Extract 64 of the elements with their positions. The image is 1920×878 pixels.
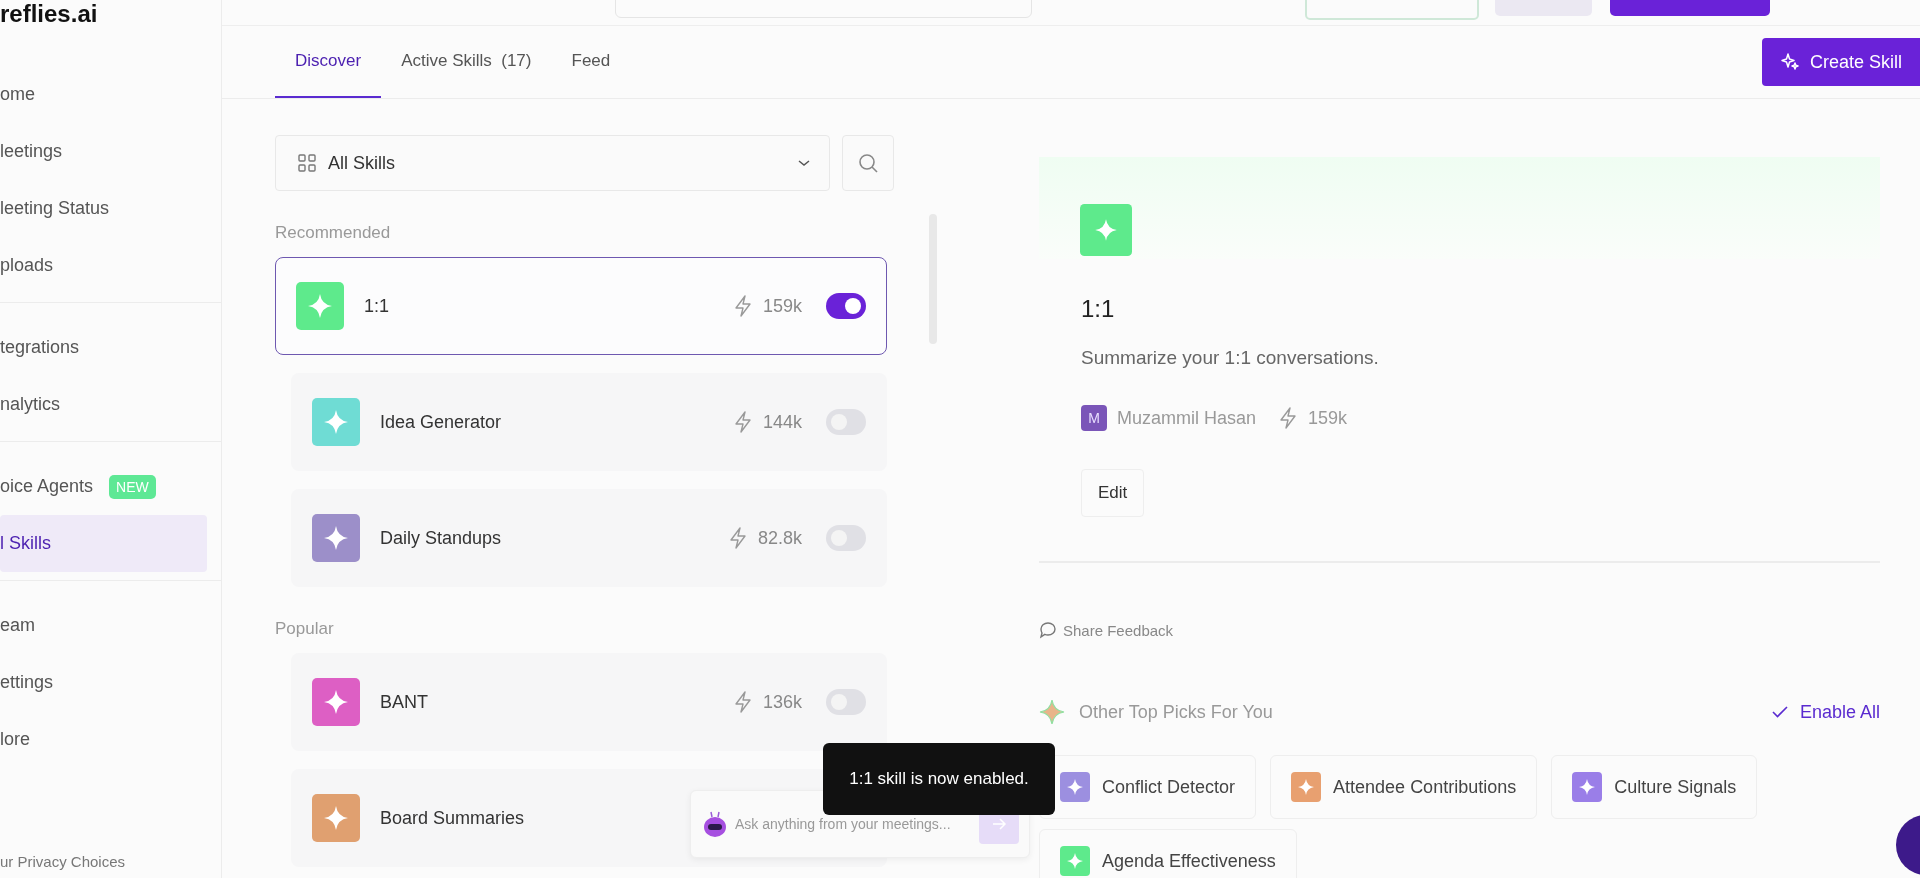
lightning-icon: [727, 527, 748, 549]
skills-dropdown[interactable]: All Skills: [275, 135, 830, 191]
sidebar-item[interactable]: lore: [0, 711, 207, 768]
tab[interactable]: Feed: [551, 26, 631, 98]
new-badge: NEW: [109, 474, 156, 499]
sidebar-item[interactable]: ome: [0, 66, 207, 123]
edit-button[interactable]: Edit: [1081, 469, 1145, 517]
author-avatar: M: [1081, 405, 1107, 431]
tab[interactable]: Discover: [275, 26, 382, 98]
skill-title: 1:1: [1081, 295, 1116, 323]
grid-icon: [298, 154, 316, 172]
author-name: Muzammil Hasan: [1117, 407, 1257, 429]
create-skill-button[interactable]: Create Skill: [1761, 38, 1920, 86]
skill-chip[interactable]: Conflict Detector: [1039, 755, 1257, 819]
privacy-link[interactable]: ur Privacy Choices: [0, 853, 221, 870]
sparkle-icon: [1779, 52, 1800, 72]
tab[interactable]: Active Skills (17): [381, 26, 552, 98]
sidebar-item[interactable]: leetings: [0, 123, 207, 180]
usage-count: 159k: [762, 295, 802, 317]
sidebar-item[interactable]: l Skills: [0, 515, 207, 572]
skill-card[interactable]: BANT 136k: [291, 653, 887, 751]
usage-count: 159k: [1308, 407, 1348, 429]
arrow-right-icon: [991, 816, 1007, 832]
sparkle-icon: [1080, 204, 1132, 256]
skill-name: BANT: [380, 691, 428, 713]
skill-chip[interactable]: Agenda Effectiveness: [1039, 829, 1297, 878]
skill-card[interactable]: Idea Generator 144k: [291, 373, 887, 471]
share-feedback-link[interactable]: Share Feedback: [1039, 621, 1174, 639]
chevron-down-icon: [797, 158, 811, 168]
skill-card[interactable]: 1:1 159k: [275, 257, 887, 355]
lightning-icon: [732, 691, 753, 713]
usage-count: 144k: [762, 411, 802, 433]
sidebar-item[interactable]: nalytics: [0, 376, 207, 433]
lightning-icon: [732, 295, 753, 317]
sidebar-item[interactable]: eam: [0, 597, 207, 654]
section-heading: Recommended: [275, 223, 392, 243]
toggle-switch[interactable]: [826, 293, 866, 319]
sidebar-item[interactable]: ettings: [0, 654, 207, 711]
enable-all-button[interactable]: Enable All: [1771, 701, 1880, 723]
sidebar-item[interactable]: ploads: [0, 237, 207, 294]
sidebar-item[interactable]: leeting Status: [0, 180, 207, 237]
skill-name: Daily Standups: [380, 527, 502, 549]
usage-count: 82.8k: [757, 527, 802, 549]
sidebar-item[interactable]: oice Agents NEW: [0, 458, 207, 515]
lightning-icon: [732, 411, 753, 433]
skill-enabled-toast: 1:1 skill is now enabled.: [823, 743, 1055, 815]
section-heading: Popular: [275, 619, 335, 639]
skill-name: Idea Generator: [380, 411, 502, 433]
sparkle-icon: [1039, 699, 1065, 725]
search-icon: [857, 152, 879, 174]
check-icon: [1771, 706, 1788, 718]
skill-name: Board Summaries: [380, 807, 525, 829]
speech-bubble-icon: [1039, 621, 1057, 639]
search-button[interactable]: [842, 135, 894, 191]
usage-count: 136k: [762, 691, 802, 713]
skill-chip[interactable]: Attendee Contributions: [1270, 755, 1538, 819]
skill-card[interactable]: Daily Standups 82.8k: [291, 489, 887, 587]
skill-chip[interactable]: Culture Signals: [1551, 755, 1758, 819]
section-heading: Other Top Picks For You: [1079, 701, 1273, 723]
sidebar-item[interactable]: tegrations: [0, 319, 207, 376]
skill-name: 1:1: [364, 295, 390, 317]
logo-text: reflies.ai: [0, 0, 98, 29]
skill-description: Summarize your 1:1 conversations.: [1081, 347, 1380, 369]
robot-icon: [703, 810, 727, 838]
